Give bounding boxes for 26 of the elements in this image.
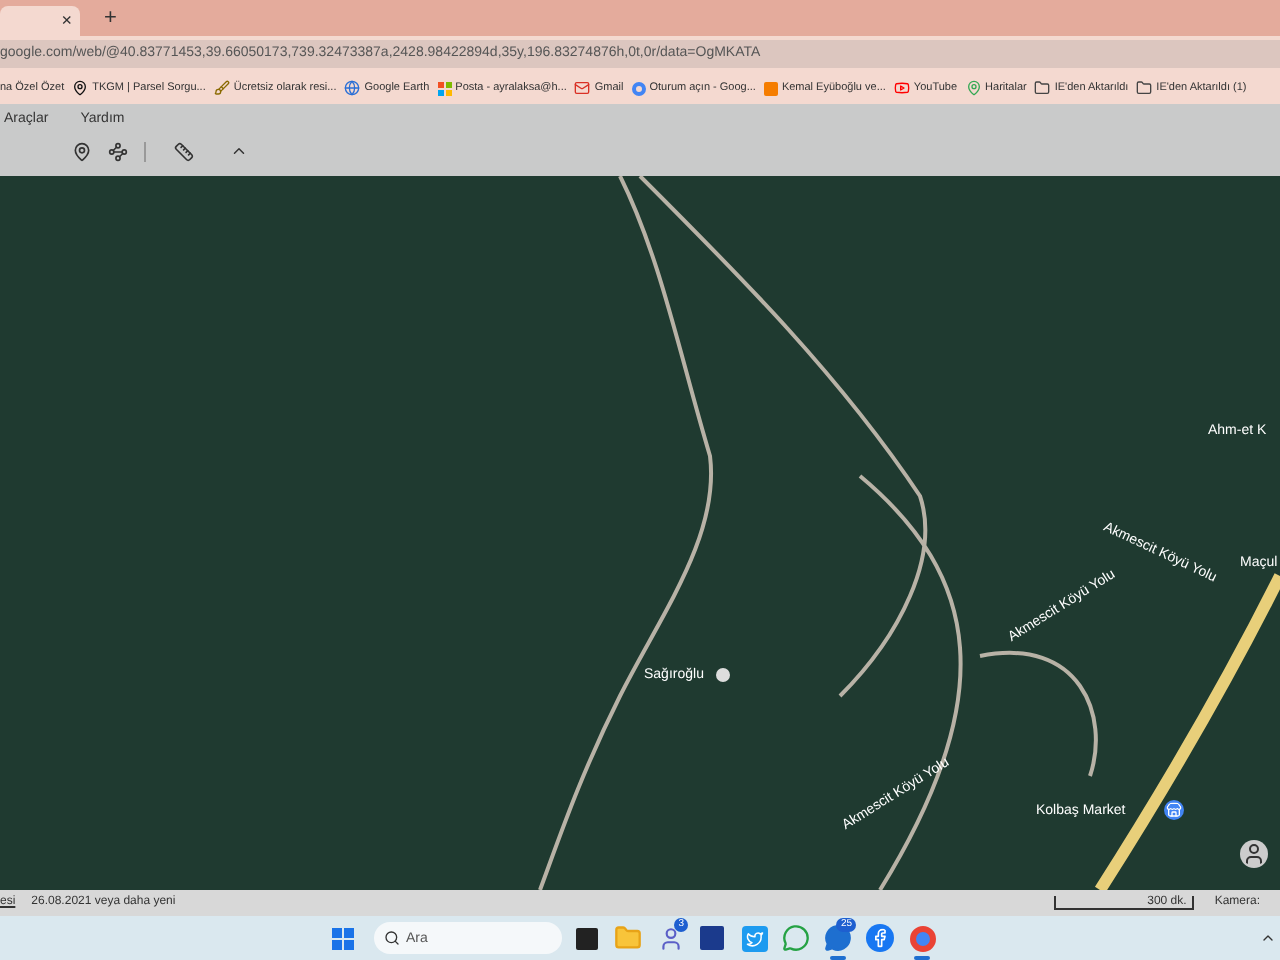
start-icon[interactable] [332,927,354,949]
people-icon[interactable] [657,925,683,951]
ruler-icon[interactable] [174,141,194,161]
globe-icon [344,80,361,96]
new-tab-button[interactable]: + [104,8,117,30]
mail-icon [574,80,591,96]
f-logo-icon[interactable] [866,924,894,952]
map-pin-icon [965,80,982,96]
browser-tab[interactable]: × [0,6,80,36]
folder-icon [1136,80,1153,96]
close-tab-button[interactable]: × [61,12,72,30]
placemark-icon[interactable] [72,141,92,161]
folder-icon [1034,80,1051,96]
pin-icon [72,80,89,96]
bird-icon[interactable] [741,925,767,951]
brush-icon [213,80,230,96]
path-icon[interactable] [108,141,128,161]
shop-pin-icon[interactable] [1164,800,1184,820]
search-icon [384,930,400,946]
task-view-icon[interactable] [575,927,597,949]
play-icon [893,80,910,96]
collapse-icon[interactable] [230,142,248,160]
tray-chevron-icon[interactable] [1260,930,1276,946]
pegman-icon[interactable] [1240,840,1268,868]
grid-icon [437,81,452,95]
chat-bubble-icon[interactable] [782,924,810,952]
